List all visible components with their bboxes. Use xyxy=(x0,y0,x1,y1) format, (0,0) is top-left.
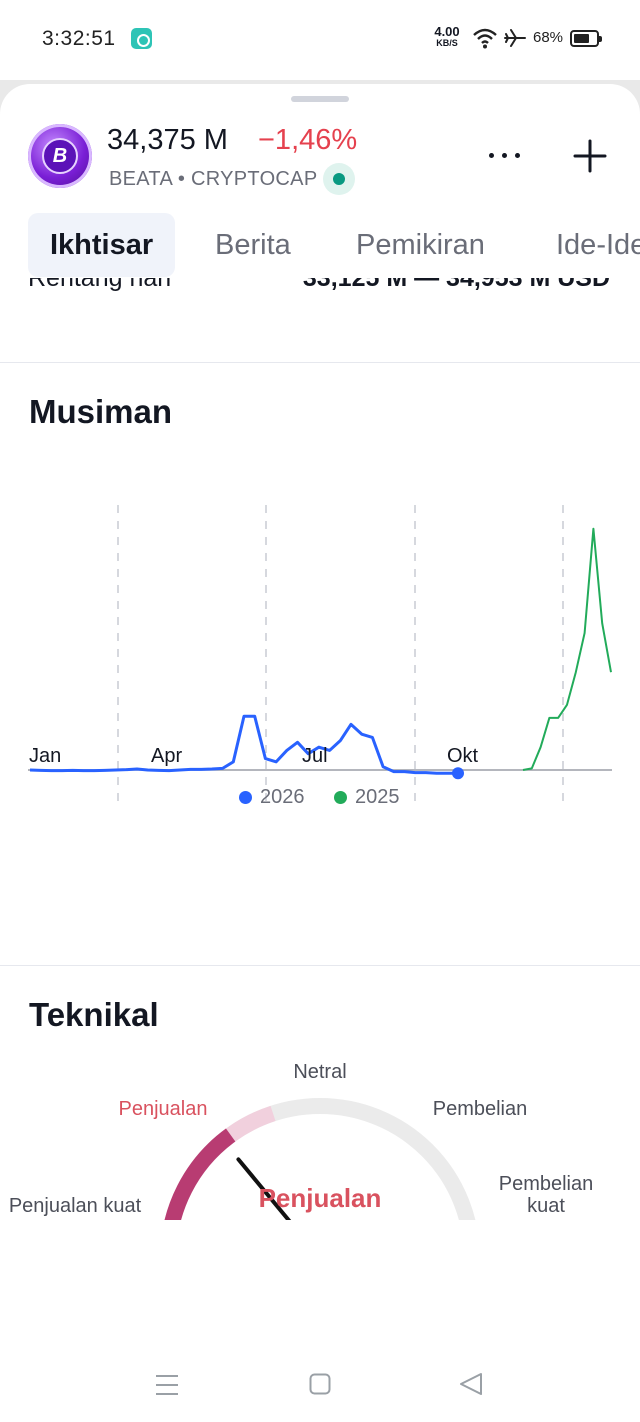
section-divider xyxy=(0,362,640,363)
gauge-label-sell: Penjualan xyxy=(118,1098,208,1120)
menu-icon[interactable] xyxy=(155,1374,179,1396)
symbol-exchange: BEATA • CRYPTOCAP xyxy=(109,168,318,190)
back-icon[interactable] xyxy=(459,1372,483,1396)
more-options-button[interactable] xyxy=(485,140,525,170)
symbol-logo: B xyxy=(28,124,92,188)
sheet-drag-handle[interactable] xyxy=(291,96,349,102)
tab-ideas[interactable]: Ide-Ide xyxy=(556,213,640,277)
legend-2026[interactable]: 2026 xyxy=(239,786,305,809)
price-change: −1,46% xyxy=(258,124,358,156)
battery-percent: 68% xyxy=(533,29,564,46)
series-2026-line xyxy=(29,714,458,775)
battery-icon xyxy=(570,30,602,47)
notification-app-icon xyxy=(131,28,152,49)
technical-rating: Penjualan xyxy=(258,1183,382,1213)
x-label-jul: Jul xyxy=(302,745,328,767)
day-range-value: 33,125 M — 34,953 M USD xyxy=(302,278,610,292)
x-label-okt: Okt xyxy=(447,745,479,767)
day-range-label: Rentang hari xyxy=(28,278,172,292)
x-label-jan: Jan xyxy=(29,745,62,767)
add-to-watchlist-button[interactable] xyxy=(570,136,610,176)
tab-minds[interactable]: Pemikiran xyxy=(356,213,485,277)
market-status-dot xyxy=(323,163,355,195)
series-2025-line xyxy=(522,527,612,771)
status-time: 3:32:51 xyxy=(42,27,116,50)
gauge-label-neutral: Netral xyxy=(293,1061,347,1083)
series-2026-endpoint xyxy=(452,767,464,780)
symbol-price: 34,375 M xyxy=(107,124,228,156)
network-speed: 4.00 KB/S xyxy=(434,24,460,48)
wifi-icon xyxy=(473,28,497,49)
system-nav-bar xyxy=(0,1262,640,1395)
gauge-label-buy: Pembelian xyxy=(432,1098,528,1120)
x-label-apr: Apr xyxy=(151,745,183,767)
tab-overview[interactable]: Ikhtisar xyxy=(28,213,176,277)
status-bar: 3:32:51 4.00 KB/S 68% xyxy=(0,0,640,80)
legend-2025[interactable]: 2025 xyxy=(334,786,400,809)
tab-news[interactable]: Berita xyxy=(215,213,291,277)
home-icon[interactable] xyxy=(309,1373,331,1395)
day-range-row: Rentang hari 33,125 M — 34,953 M USD xyxy=(0,278,640,310)
airplane-mode-icon xyxy=(504,29,526,47)
